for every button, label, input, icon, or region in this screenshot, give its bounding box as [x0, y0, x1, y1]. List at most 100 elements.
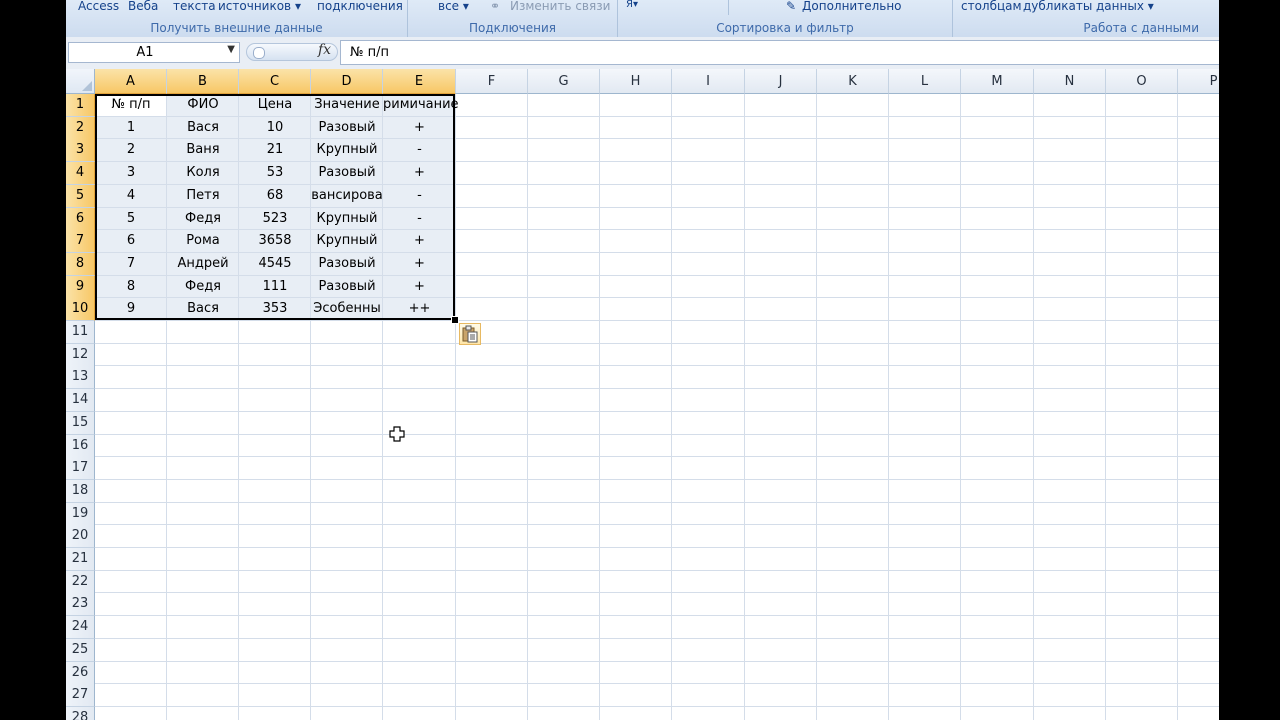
- edit-links-button[interactable]: Изменить связи: [510, 0, 610, 13]
- cell-d3[interactable]: Крупный: [311, 139, 383, 161]
- cell-b1[interactable]: ФИО: [167, 94, 239, 116]
- column-header-m[interactable]: M: [961, 69, 1034, 94]
- row-header-19[interactable]: 19: [66, 502, 95, 526]
- from-access-button[interactable]: Access: [78, 0, 119, 13]
- cell-d1[interactable]: Значение: [311, 94, 383, 116]
- cell-d5[interactable]: вансирова: [311, 185, 383, 207]
- cell-a3[interactable]: 2: [95, 139, 167, 161]
- paste-options-button[interactable]: [459, 323, 481, 345]
- cell-e7[interactable]: +: [383, 230, 456, 252]
- cell-c7[interactable]: 3658: [239, 230, 311, 252]
- cell-c8[interactable]: 4545: [239, 253, 311, 275]
- formula-input[interactable]: № п/п: [340, 40, 1219, 65]
- column-header-h[interactable]: H: [600, 69, 672, 94]
- cell-d6[interactable]: Крупный: [311, 208, 383, 230]
- column-header-i[interactable]: I: [672, 69, 745, 94]
- existing-connections-button[interactable]: подключения: [317, 0, 403, 13]
- cell-d8[interactable]: Разовый: [311, 253, 383, 275]
- cell-e9[interactable]: +: [383, 276, 456, 298]
- column-header-c[interactable]: C: [239, 69, 311, 94]
- row-header-21[interactable]: 21: [66, 548, 95, 571]
- cell-b6[interactable]: Федя: [167, 208, 239, 230]
- insert-function-button[interactable]: fx: [318, 42, 331, 58]
- row-header-27[interactable]: 27: [66, 684, 95, 708]
- row-header-13[interactable]: 13: [66, 366, 95, 390]
- row-header-24[interactable]: 24: [66, 616, 95, 640]
- column-header-k[interactable]: K: [817, 69, 889, 94]
- cell-b9[interactable]: Федя: [167, 276, 239, 298]
- cell-b7[interactable]: Рома: [167, 230, 239, 252]
- row-header-9[interactable]: 9: [66, 275, 95, 299]
- cell-d9[interactable]: Разовый: [311, 276, 383, 298]
- other-sources-button[interactable]: источников ▾: [218, 0, 301, 13]
- cell-a8[interactable]: 7: [95, 253, 167, 275]
- cell-a2[interactable]: 1: [95, 117, 167, 139]
- cell-c3[interactable]: 21: [239, 139, 311, 161]
- name-box[interactable]: A1 ▼: [68, 42, 240, 63]
- row-header-18[interactable]: 18: [66, 479, 95, 503]
- row-header-25[interactable]: 25: [66, 638, 95, 662]
- cell-e6[interactable]: -: [383, 208, 456, 230]
- cell-a1[interactable]: № п/п: [95, 94, 167, 116]
- column-header-b[interactable]: B: [167, 69, 239, 94]
- row-header-3[interactable]: 3: [66, 139, 95, 163]
- column-header-e[interactable]: E: [383, 69, 456, 94]
- cell-b2[interactable]: Вася: [167, 117, 239, 139]
- cell-b10[interactable]: Вася: [167, 298, 239, 320]
- cell-d4[interactable]: Разовый: [311, 162, 383, 184]
- sort-za-icon[interactable]: Я▾: [626, 0, 638, 10]
- cell-a7[interactable]: 6: [95, 230, 167, 252]
- row-header-1[interactable]: 1: [66, 94, 95, 117]
- cell-b8[interactable]: Андрей: [167, 253, 239, 275]
- row-header-2[interactable]: 2: [66, 116, 95, 140]
- from-text-button[interactable]: текста: [173, 0, 216, 13]
- row-header-23[interactable]: 23: [66, 593, 95, 617]
- cell-a4[interactable]: 3: [95, 162, 167, 184]
- column-header-l[interactable]: L: [889, 69, 961, 94]
- row-header-28[interactable]: 28: [66, 706, 95, 720]
- cell-c1[interactable]: Цена: [239, 94, 311, 116]
- row-header-4[interactable]: 4: [66, 162, 95, 186]
- cell-b3[interactable]: Ваня: [167, 139, 239, 161]
- row-header-14[interactable]: 14: [66, 389, 95, 413]
- row-header-5[interactable]: 5: [66, 184, 95, 208]
- column-header-j[interactable]: J: [745, 69, 817, 94]
- text-to-columns-button[interactable]: столбцам: [961, 0, 1022, 13]
- cell-a6[interactable]: 5: [95, 208, 167, 230]
- worksheet-grid[interactable]: № п/п ФИО Цена Значение римичание 1 Вася 10 Разо…: [66, 69, 1219, 720]
- row-header-17[interactable]: 17: [66, 457, 95, 481]
- row-header-20[interactable]: 20: [66, 525, 95, 549]
- chevron-down-icon[interactable]: ▼: [227, 44, 235, 55]
- row-header-15[interactable]: 15: [66, 411, 95, 435]
- column-header-o[interactable]: O: [1106, 69, 1178, 94]
- cell-e10[interactable]: ++: [383, 298, 456, 320]
- fill-handle[interactable]: [451, 316, 459, 324]
- row-header-7[interactable]: 7: [66, 230, 95, 254]
- cell-a5[interactable]: 4: [95, 185, 167, 207]
- row-header-16[interactable]: 16: [66, 434, 95, 458]
- column-header-n[interactable]: N: [1034, 69, 1106, 94]
- cell-e8[interactable]: +: [383, 253, 456, 275]
- cell-d10[interactable]: Эсобенны: [311, 298, 383, 320]
- from-web-button[interactable]: Веба: [128, 0, 158, 13]
- cell-c2[interactable]: 10: [239, 117, 311, 139]
- cell-a9[interactable]: 8: [95, 276, 167, 298]
- row-header-10[interactable]: 10: [66, 298, 95, 322]
- cell-c9[interactable]: 111: [239, 276, 311, 298]
- row-header-6[interactable]: 6: [66, 207, 95, 231]
- row-header-12[interactable]: 12: [66, 343, 95, 367]
- column-header-d[interactable]: D: [311, 69, 383, 94]
- column-header-p[interactable]: P: [1178, 69, 1219, 94]
- cell-a10[interactable]: 9: [95, 298, 167, 320]
- remove-duplicates-button[interactable]: дубликаты: [1023, 0, 1092, 13]
- row-header-8[interactable]: 8: [66, 252, 95, 276]
- cell-c10[interactable]: 353: [239, 298, 311, 320]
- cell-d2[interactable]: Разовый: [311, 117, 383, 139]
- column-header-f[interactable]: F: [456, 69, 528, 94]
- cell-e2[interactable]: +: [383, 117, 456, 139]
- cell-e4[interactable]: +: [383, 162, 456, 184]
- cell-b5[interactable]: Петя: [167, 185, 239, 207]
- cell-e1[interactable]: римичание: [383, 94, 459, 116]
- cell-c4[interactable]: 53: [239, 162, 311, 184]
- cell-e3[interactable]: -: [383, 139, 456, 161]
